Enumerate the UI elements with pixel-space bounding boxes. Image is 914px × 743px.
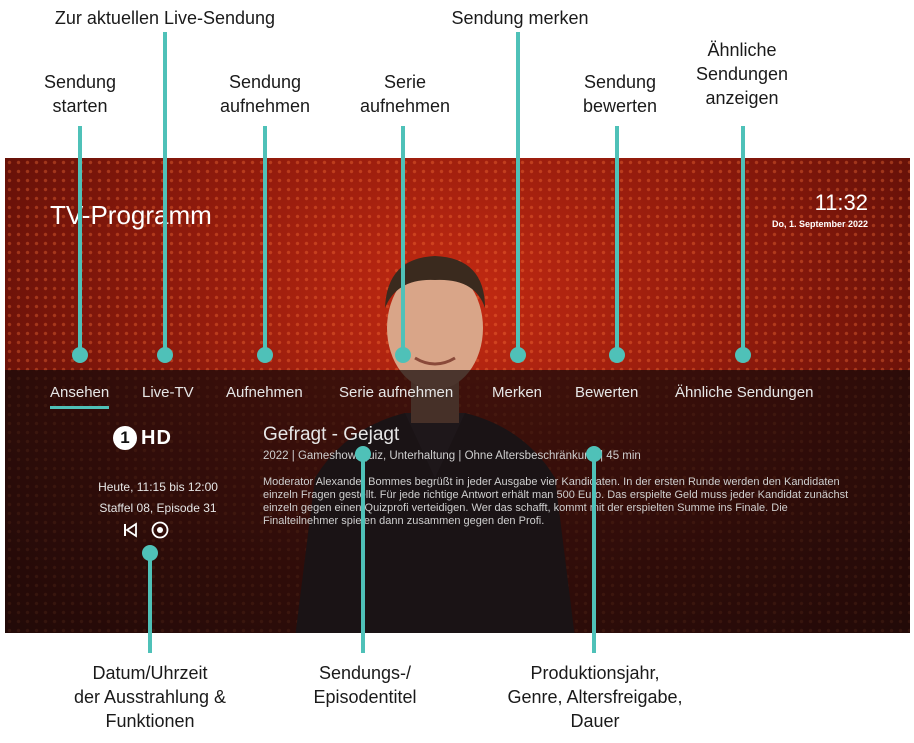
pointer-dot-live xyxy=(157,347,173,363)
pointer-bewerten xyxy=(615,126,619,355)
pointer-datum xyxy=(148,553,152,653)
pointer-dot-serie xyxy=(395,347,411,363)
callout-starten: Sendung starten xyxy=(43,72,117,116)
menu-bewerten[interactable]: Bewerten xyxy=(575,384,638,401)
callout-zur-live: Zur aktuellen Live-Sendung xyxy=(54,8,276,28)
menu-serie-aufnehmen[interactable]: Serie aufnehmen xyxy=(339,384,453,401)
clock: 11:32 xyxy=(814,190,868,215)
menu-aehnliche-sendungen[interactable]: Ähnliche Sendungen xyxy=(675,384,813,401)
pointer-produktion xyxy=(592,454,596,653)
tv-screenshot: TV-Programm 11:32 Do, 1. September 2022 … xyxy=(5,158,910,633)
episode-info: Staffel 08, Episode 31 xyxy=(99,501,217,515)
menu-aufnehmen[interactable]: Aufnehmen xyxy=(226,384,303,401)
pointer-aufnehmen xyxy=(263,126,267,355)
menu-merken[interactable]: Merken xyxy=(492,384,542,401)
show-title: Gefragt - Gejagt xyxy=(263,424,400,445)
callout-merken: Sendung merken xyxy=(451,8,589,28)
current-date: Do, 1. September 2022 xyxy=(771,219,868,229)
show-meta: 2022 | Gameshow/Quiz, Unterhaltung | Ohn… xyxy=(263,450,641,462)
menu-live-tv[interactable]: Live-TV xyxy=(142,384,194,401)
pointer-dot-merken xyxy=(510,347,526,363)
pointer-dot-aehnliche xyxy=(735,347,751,363)
airtime: Heute, 11:15 bis 12:00 xyxy=(98,480,218,494)
menu-ansehen[interactable]: Ansehen xyxy=(50,384,110,409)
pointer-serie xyxy=(401,126,405,355)
channel-number: 1 xyxy=(113,426,137,450)
callout-aehnliche: Ähnliche Sendungen anzeigen xyxy=(695,40,789,108)
callout-aufnehmen: Sendung aufnehmen xyxy=(219,72,311,116)
restart-icon[interactable] xyxy=(122,522,138,538)
callout-datum: Datum/Uhrzeit der Ausstrahlung & Funktio… xyxy=(73,663,227,731)
pointer-dot-bewerten xyxy=(609,347,625,363)
show-description: Moderator Alexander Bommes begrüßt in je… xyxy=(263,476,849,527)
record-icon[interactable] xyxy=(151,521,169,539)
callout-titel: Sendungs-/ Episodentitel xyxy=(313,663,417,707)
pointer-dot-starten xyxy=(72,347,88,363)
action-menu: Ansehen Live-TV Aufnehmen Serie aufnehme… xyxy=(5,384,910,410)
channel-hd-label: HD xyxy=(141,426,172,449)
pointer-aehnliche xyxy=(741,126,745,355)
page-title: TV-Programm xyxy=(50,200,212,230)
callout-bewerten: Sendung bewerten xyxy=(582,72,658,116)
pointer-starten xyxy=(78,126,82,355)
callout-produktion: Produktionsjahr, Genre, Altersfreigabe, … xyxy=(507,663,683,731)
pointer-titel xyxy=(361,454,365,653)
pointer-merken xyxy=(516,32,520,355)
callout-serie: Serie aufnehmen xyxy=(359,72,451,116)
channel-logo: 1 HD xyxy=(113,426,172,450)
pointer-dot-aufnehmen xyxy=(257,347,273,363)
pointer-live xyxy=(163,32,167,355)
